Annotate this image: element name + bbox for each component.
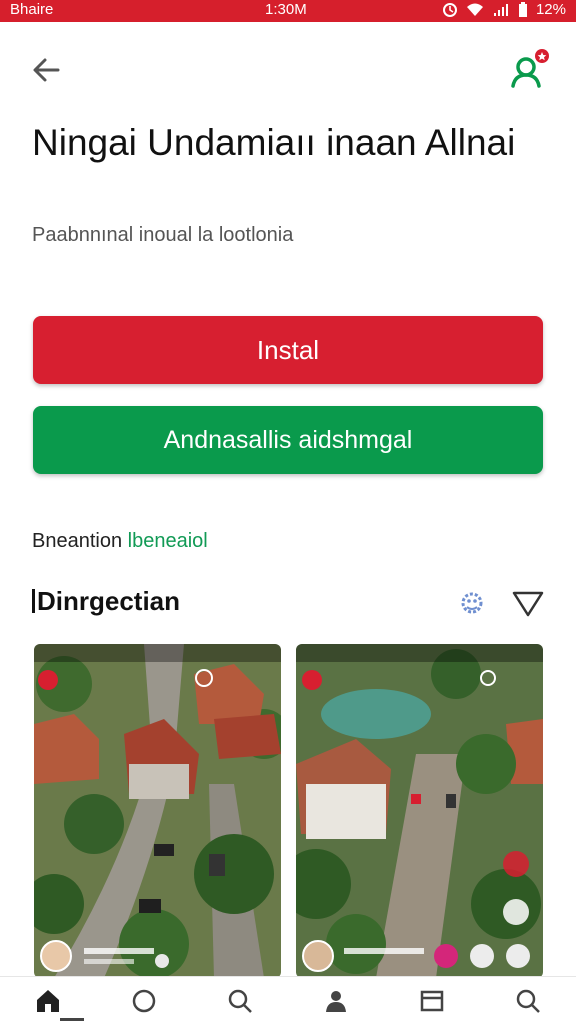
chevron-down-icon[interactable] bbox=[510, 585, 546, 621]
card-icon bbox=[420, 990, 444, 1012]
screenshot-1[interactable] bbox=[34, 644, 281, 978]
screenshot-2[interactable] bbox=[296, 644, 543, 978]
account-search-icon[interactable] bbox=[505, 48, 549, 92]
back-arrow-icon[interactable] bbox=[28, 52, 64, 88]
search-icon bbox=[516, 989, 540, 1013]
page-subtitle: Paabnnınal inoual la lootlonia bbox=[32, 224, 294, 246]
section-line: Bneantion lbeneaiol bbox=[32, 530, 208, 553]
secondary-action-button[interactable]: Andnasallis aidshmgal bbox=[33, 406, 543, 474]
signal-icon bbox=[493, 3, 508, 16]
nav-home[interactable] bbox=[28, 981, 68, 1021]
bottom-nav bbox=[0, 976, 576, 1025]
section-title: Dinrgectian bbox=[32, 586, 180, 617]
status-bar: Bhaire 1:30M 12% bbox=[0, 0, 576, 22]
nav-library[interactable] bbox=[412, 981, 452, 1021]
page-title: Ningai Undamiaıı inaan Allnai bbox=[32, 122, 516, 163]
section-line-link[interactable]: lbeneaiol bbox=[128, 530, 208, 552]
active-tab-indicator bbox=[60, 1018, 84, 1021]
alarm-icon bbox=[442, 2, 457, 17]
battery-icon bbox=[518, 1, 527, 17]
status-time: 1:30M bbox=[265, 1, 307, 18]
section-line-text: Bneantion bbox=[32, 530, 123, 552]
gallery-settings-icon[interactable] bbox=[454, 585, 490, 621]
install-button[interactable]: Instal bbox=[33, 316, 543, 384]
carrier-name: Bhaire bbox=[10, 1, 54, 18]
nav-search[interactable] bbox=[220, 981, 260, 1021]
nav-explore[interactable] bbox=[124, 981, 164, 1021]
battery-level: 12% bbox=[535, 1, 566, 18]
section-title-text: Dinrgectian bbox=[37, 586, 181, 616]
home-icon bbox=[37, 990, 59, 1012]
search-icon bbox=[228, 989, 252, 1013]
person-icon bbox=[326, 991, 346, 1012]
circle-icon bbox=[132, 989, 156, 1013]
status-icons: 12% bbox=[442, 1, 566, 18]
wifi-icon bbox=[466, 3, 483, 16]
nav-profile[interactable] bbox=[316, 981, 356, 1021]
nav-search-2[interactable] bbox=[508, 981, 548, 1021]
section-title-bar bbox=[32, 589, 35, 613]
